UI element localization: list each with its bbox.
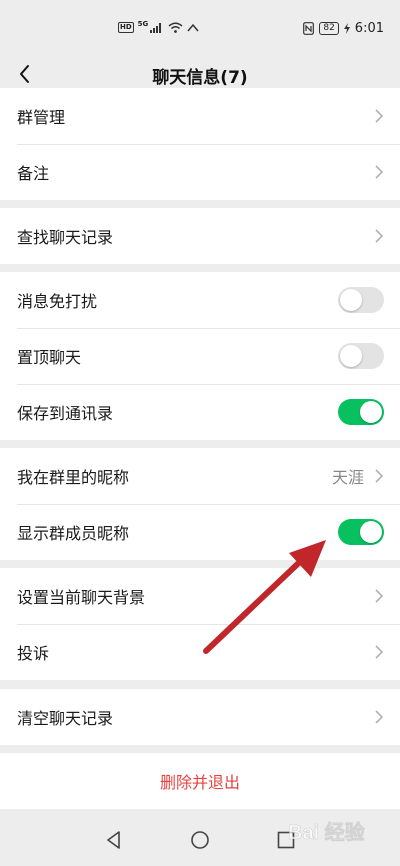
save-contacts-toggle[interactable] (338, 399, 384, 425)
signal-icon (150, 22, 162, 33)
chevron-right-icon (375, 645, 384, 659)
system-nav-bar (0, 815, 400, 866)
mute-toggle[interactable] (338, 287, 384, 313)
settings-group-other: 设置当前聊天背景 投诉 (0, 568, 400, 680)
delete-exit-button[interactable]: 删除并退出 (0, 753, 400, 809)
status-icons-right: 82 6:01 (303, 21, 384, 36)
nav-home-icon[interactable] (190, 830, 210, 850)
group-manage-label: 群管理 (17, 108, 66, 127)
show-nicknames-label: 显示群成员昵称 (17, 524, 130, 543)
clock: 6:01 (354, 21, 384, 36)
clear-history-label: 清空聊天记录 (17, 709, 114, 728)
pin-toggle[interactable] (338, 343, 384, 369)
battery-level: 82 (319, 22, 339, 35)
nfc-icon (303, 22, 315, 35)
my-nickname-value: 天涯 (331, 468, 364, 487)
chevron-right-icon (375, 589, 384, 603)
show-nicknames-toggle[interactable] (338, 519, 384, 545)
chevron-right-icon (375, 109, 384, 123)
save-contacts-row: 保存到通讯录 (0, 384, 400, 440)
remark-row[interactable]: 备注 (0, 144, 400, 200)
toggle-knob (360, 401, 382, 423)
toggle-knob (360, 521, 382, 543)
network-type: 5G (137, 19, 149, 28)
settings-group-toggles: 消息免打扰 置顶聊天 保存到通讯录 (0, 272, 400, 440)
mute-label: 消息免打扰 (17, 292, 98, 311)
nav-back-icon[interactable] (104, 830, 124, 850)
chevron-right-icon (375, 469, 384, 483)
show-nicknames-row: 显示群成员昵称 (0, 504, 400, 560)
pin-row: 置顶聊天 (0, 328, 400, 384)
search-history-row[interactable]: 查找聊天记录 (0, 208, 400, 264)
status-bar: HD 5G 82 6:01 (0, 0, 400, 54)
search-history-label: 查找聊天记录 (17, 228, 114, 247)
status-icons-center: HD 5G (118, 19, 199, 33)
toggle-knob (340, 345, 362, 367)
set-background-label: 设置当前聊天背景 (17, 588, 146, 607)
group-manage-row[interactable]: 群管理 (0, 88, 400, 144)
mute-row: 消息免打扰 (0, 272, 400, 328)
clear-history-row[interactable]: 清空聊天记录 (0, 689, 400, 745)
settings-group-group-info: 群管理 备注 (0, 88, 400, 200)
complain-row[interactable]: 投诉 (0, 624, 400, 680)
data-saver-icon (187, 23, 199, 31)
my-nickname-row[interactable]: 我在群里的昵称 天涯 (0, 448, 400, 504)
wifi-icon (168, 22, 183, 33)
nav-recents-icon[interactable] (276, 830, 296, 850)
chevron-right-icon (375, 229, 384, 243)
chevron-right-icon (375, 710, 384, 724)
settings-group-delete: 删除并退出 (0, 753, 400, 809)
charging-icon (343, 23, 350, 34)
remark-label: 备注 (17, 164, 50, 183)
complain-label: 投诉 (17, 644, 50, 663)
set-background-row[interactable]: 设置当前聊天背景 (0, 568, 400, 624)
page-title: 聊天信息(7) (152, 68, 248, 88)
settings-group-clear: 清空聊天记录 (0, 689, 400, 745)
toggle-knob (340, 289, 362, 311)
hd-badge: HD (118, 22, 134, 33)
settings-group-search: 查找聊天记录 (0, 208, 400, 264)
pin-label: 置顶聊天 (17, 348, 82, 367)
settings-group-nickname: 我在群里的昵称 天涯 显示群成员昵称 (0, 448, 400, 560)
chevron-right-icon (375, 165, 384, 179)
save-contacts-label: 保存到通讯录 (17, 404, 114, 423)
my-nickname-label: 我在群里的昵称 (17, 468, 130, 487)
